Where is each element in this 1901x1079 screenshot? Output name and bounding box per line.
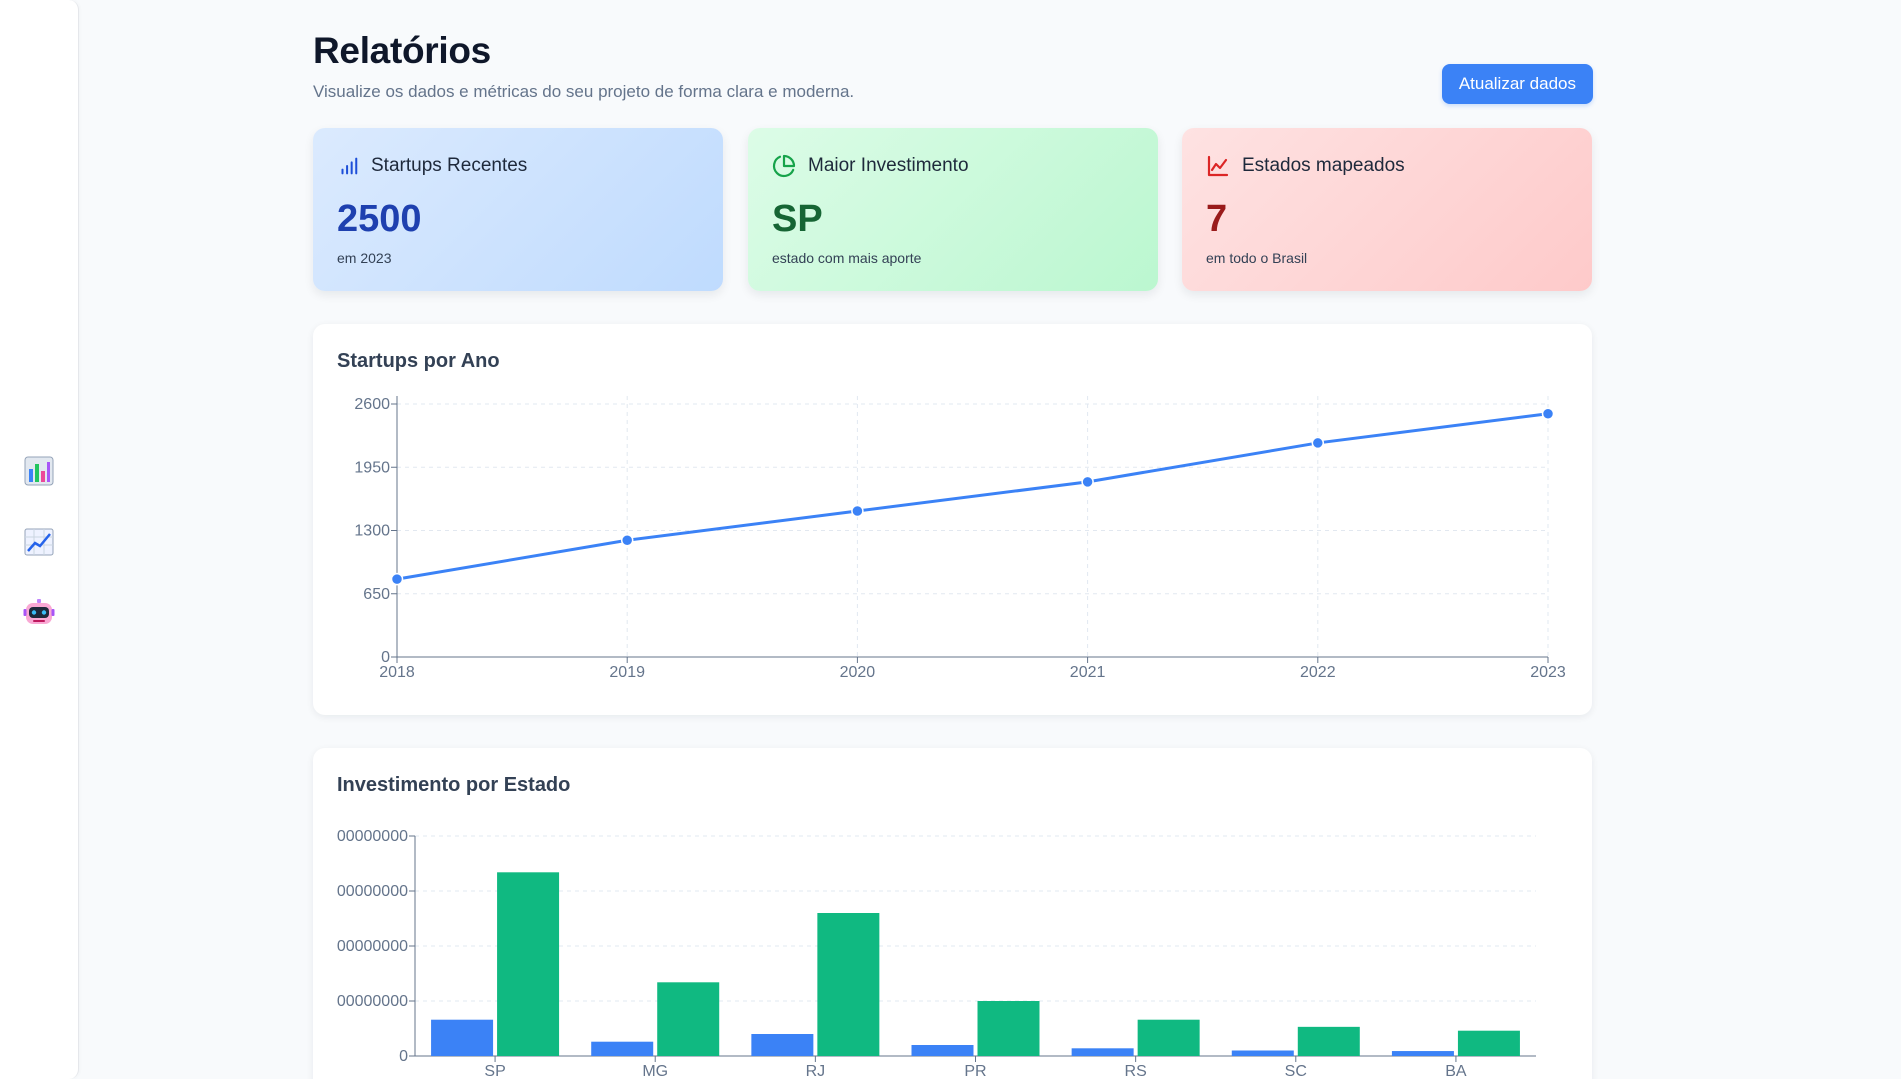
x-tick-label: 2019 <box>609 664 645 681</box>
bar <box>1137 1019 1200 1056</box>
y-tick-label: 1300 <box>354 523 390 540</box>
stat-caption: estado com mais aporte <box>772 250 922 266</box>
bar <box>1457 1030 1520 1056</box>
sidebar-item-robot[interactable] <box>23 597 55 629</box>
x-tick-label: 2023 <box>1530 664 1566 681</box>
page-subtitle: Visualize os dados e métricas do seu pro… <box>313 82 855 101</box>
data-point <box>620 533 634 547</box>
x-tick-label: RS <box>1125 1063 1147 1079</box>
x-tick-label: SP <box>484 1063 505 1079</box>
stat-label: Startups Recentes <box>371 155 528 176</box>
data-point <box>851 504 864 518</box>
data-point <box>1541 407 1555 420</box>
bar-chart-icon <box>24 456 54 486</box>
bar <box>911 1045 974 1056</box>
stat-caption: em 2023 <box>337 250 392 266</box>
y-tick-label: 650 <box>363 586 390 603</box>
bar <box>1297 1026 1360 1056</box>
data-point <box>1081 475 1094 489</box>
y-tick-label: 00000000 <box>337 993 408 1010</box>
data-point <box>390 572 404 586</box>
y-tick-label: 00000000 <box>337 883 408 900</box>
trend-chart-icon <box>24 528 54 556</box>
line-chart-icon <box>1207 155 1229 177</box>
investment-bar-chart: 000000000000000000000000000000000SP MG RJ P… <box>337 828 1536 1079</box>
sidebar-item-trend-chart[interactable] <box>23 526 55 558</box>
investment-per-state-card: Investimento por Estado 0 00000000 0000000… <box>313 748 1592 1079</box>
x-tick-label: PR <box>964 1063 986 1079</box>
bar <box>1391 1051 1454 1056</box>
y-tick-label: 0 <box>399 1048 408 1065</box>
robot-icon <box>23 599 55 624</box>
bar <box>977 1001 1040 1056</box>
stat-label: Maior Investimento <box>808 155 969 176</box>
x-tick-label: RJ <box>806 1063 826 1079</box>
bar <box>431 1019 494 1056</box>
data-point <box>1311 436 1325 450</box>
y-tick-label: 00000000 <box>337 828 408 845</box>
bar <box>497 872 560 1056</box>
refresh-data-button[interactable]: Atualizar dados <box>1441 64 1593 104</box>
page-title: Relatórios <box>313 30 491 71</box>
sidebar-item-bar-chart[interactable] <box>23 455 55 487</box>
stat-value: 2500 <box>337 198 422 240</box>
x-tick-label: BA <box>1445 1063 1467 1079</box>
stat-card-investment: Maior Investimento SP estado com mais ap… <box>748 128 1158 291</box>
stat-label: Estados mapeados <box>1242 155 1405 176</box>
y-tick-label: 00000000 <box>337 938 408 955</box>
bar <box>1231 1050 1294 1056</box>
x-tick-label: SC <box>1285 1063 1307 1079</box>
startups-line-chart: 06501300195026002018 2019 2020 2021 2022 2023 <box>354 396 1566 681</box>
x-tick-label: 2018 <box>379 664 415 681</box>
x-tick-label: 2022 <box>1300 664 1336 681</box>
stat-card-startups: Startups Recentes 2500 em 2023 <box>313 128 723 291</box>
stat-caption: em todo o Brasil <box>1206 250 1308 266</box>
x-tick-label: 2020 <box>840 664 876 681</box>
stat-card-states: Estados mapeados 7 em todo o Brasil <box>1182 128 1592 291</box>
y-tick-label: 1950 <box>354 459 390 476</box>
sidebar <box>0 0 79 1079</box>
bar <box>657 982 720 1056</box>
bar-chart-icon <box>341 157 358 175</box>
stat-value: SP <box>772 198 823 240</box>
series-line <box>396 412 1549 581</box>
y-tick-label: 2600 <box>354 396 390 413</box>
bar <box>817 913 880 1056</box>
pie-chart-icon <box>772 154 796 177</box>
bar <box>751 1034 814 1056</box>
stat-value: 7 <box>1206 198 1228 240</box>
bar <box>591 1041 654 1056</box>
x-tick-label: MG <box>642 1063 668 1079</box>
startups-per-year-card: Startups por Ano 0 650 1300 1950 2600 2018 201… <box>313 324 1592 715</box>
x-tick-label: 2021 <box>1070 664 1106 681</box>
bar <box>1071 1048 1134 1056</box>
